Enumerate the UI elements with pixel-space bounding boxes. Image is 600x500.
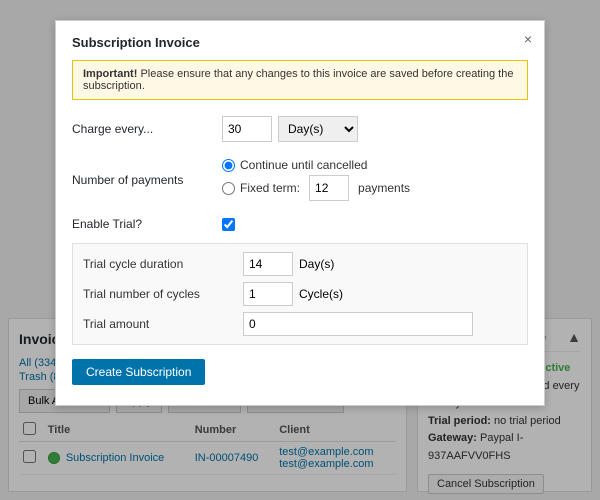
warning-bold: Important! <box>83 68 137 80</box>
trial-cycles-controls: Cycle(s) <box>243 282 343 306</box>
enable-trial-row: Enable Trial? <box>72 213 528 235</box>
trial-amount-row: Trial amount <box>83 312 517 336</box>
trial-enable-controls <box>222 218 235 231</box>
fixed-radio[interactable] <box>222 182 235 195</box>
trial-enable-label: Enable Trial? <box>72 217 222 231</box>
charge-value-input[interactable] <box>222 116 272 142</box>
fixed-value-input[interactable] <box>309 175 349 201</box>
payments-controls: Continue until cancelled Fixed term: pay… <box>222 158 410 201</box>
trial-section: Trial cycle duration Day(s) Trial number… <box>72 243 528 345</box>
continue-radio-row: Continue until cancelled <box>222 158 410 172</box>
trial-duration-unit: Day(s) <box>299 257 334 271</box>
modal-overlay: Subscription Invoice × Important! Please… <box>0 0 600 500</box>
charge-unit-select[interactable]: Day(s) Week(s) Month(s) <box>278 116 358 142</box>
charge-every-row: Charge every... Day(s) Week(s) Month(s) <box>72 112 528 146</box>
trial-cycles-row: Trial number of cycles Cycle(s) <box>83 282 517 306</box>
create-subscription-button[interactable]: Create Subscription <box>72 359 205 385</box>
charge-label: Charge every... <box>72 122 222 136</box>
trial-amount-controls <box>243 312 473 336</box>
continue-label: Continue until cancelled <box>240 158 367 172</box>
modal-title: Subscription Invoice <box>72 35 528 50</box>
trial-amount-input[interactable] <box>243 312 473 336</box>
trial-duration-input[interactable] <box>243 252 293 276</box>
trial-duration-controls: Day(s) <box>243 252 334 276</box>
payment-radio-group: Continue until cancelled Fixed term: pay… <box>222 158 410 201</box>
fixed-label: Fixed term: <box>240 181 300 195</box>
trial-duration-label: Trial cycle duration <box>83 257 243 271</box>
subscription-invoice-modal: Subscription Invoice × Important! Please… <box>55 20 545 406</box>
fixed-unit: payments <box>358 181 410 195</box>
charge-controls: Day(s) Week(s) Month(s) <box>222 116 358 142</box>
trial-cycles-unit: Cycle(s) <box>299 287 343 301</box>
modal-warning: Important! Please ensure that any change… <box>72 60 528 100</box>
trial-cycles-input[interactable] <box>243 282 293 306</box>
modal-close-button[interactable]: × <box>524 31 532 47</box>
trial-cycles-label: Trial number of cycles <box>83 287 243 301</box>
warning-text: Please ensure that any changes to this i… <box>83 68 513 92</box>
continue-radio[interactable] <box>222 159 235 172</box>
payments-row: Number of payments Continue until cancel… <box>72 154 528 205</box>
fixed-radio-row: Fixed term: payments <box>222 175 410 201</box>
trial-duration-row: Trial cycle duration Day(s) <box>83 252 517 276</box>
trial-amount-label: Trial amount <box>83 317 243 331</box>
payments-label: Number of payments <box>72 173 222 187</box>
trial-checkbox[interactable] <box>222 218 235 231</box>
